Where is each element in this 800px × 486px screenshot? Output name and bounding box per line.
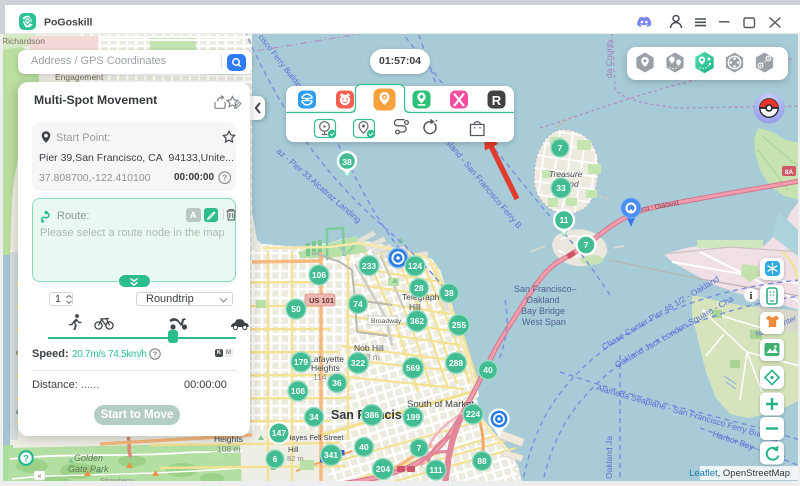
svg-text:Bay Bridge: Bay Bridge	[521, 306, 565, 316]
svg-text:233: 233	[362, 261, 376, 271]
svg-text:?: ?	[23, 454, 29, 465]
svg-text:7: 7	[584, 240, 589, 250]
svg-text:569: 569	[406, 363, 420, 373]
svg-text:11: 11	[560, 215, 569, 225]
svg-text:West Span: West Span	[522, 317, 566, 327]
svg-text:40: 40	[483, 365, 493, 375]
svg-text:255: 255	[452, 320, 466, 330]
svg-text:Broadway: Broadway	[371, 318, 402, 325]
svg-text:33: 33	[556, 183, 566, 193]
svg-text:Golden: Golden	[74, 453, 103, 463]
svg-text:34: 34	[309, 412, 319, 422]
svg-text:74: 74	[353, 299, 363, 309]
svg-text:179: 179	[294, 357, 308, 367]
svg-text:124: 124	[408, 261, 422, 271]
svg-text:38: 38	[444, 288, 454, 298]
svg-text:?: ?	[222, 172, 227, 182]
svg-text:i: i	[750, 291, 753, 302]
svg-text:199: 199	[406, 412, 420, 422]
svg-text:Richardson: Richardson	[2, 36, 45, 46]
svg-text:204: 204	[376, 464, 390, 474]
svg-text:US 101: US 101	[309, 296, 334, 305]
svg-text:Hayes Fell Street: Hayes Fell Street	[286, 433, 344, 442]
svg-text:8A: 8A	[785, 169, 794, 176]
svg-text:111: 111	[429, 465, 443, 475]
svg-text:«: «	[38, 473, 42, 480]
svg-text:?: ?	[153, 350, 158, 359]
svg-text:106: 106	[291, 386, 305, 396]
svg-text:7: 7	[417, 443, 422, 453]
svg-text:50: 50	[291, 304, 301, 314]
svg-text:40: 40	[359, 442, 369, 452]
svg-text:147: 147	[272, 428, 286, 438]
svg-text:36: 36	[332, 378, 342, 388]
svg-text:Oakland Ja: Oakland Ja	[604, 436, 614, 479]
svg-text:82 m: 82 m	[287, 454, 304, 463]
svg-text:386: 386	[365, 410, 379, 420]
svg-text:PoGoskill: PoGoskill	[44, 17, 93, 29]
svg-text:San Francisco–: San Francisco–	[514, 284, 577, 294]
svg-text:224: 224	[466, 409, 480, 419]
svg-text:6: 6	[273, 454, 278, 464]
svg-text:108 m: 108 m	[217, 444, 241, 454]
svg-text:106: 106	[312, 270, 326, 280]
svg-text:R: R	[492, 93, 502, 108]
svg-text:da County: da County	[604, 39, 614, 78]
svg-text:Gate Park: Gate Park	[68, 464, 109, 474]
svg-text:288: 288	[449, 358, 463, 368]
svg-text:341: 341	[324, 450, 338, 460]
svg-text:322: 322	[351, 358, 365, 368]
svg-text:Oakland: Oakland	[526, 295, 560, 305]
svg-text:7: 7	[558, 143, 563, 153]
svg-text:88: 88	[477, 456, 487, 466]
svg-text:362: 362	[410, 316, 424, 326]
svg-text:38: 38	[342, 157, 352, 167]
svg-text:Hill: Hill	[288, 445, 299, 454]
svg-text:Treasure: Treasure	[549, 169, 583, 179]
svg-text:28: 28	[414, 283, 424, 293]
